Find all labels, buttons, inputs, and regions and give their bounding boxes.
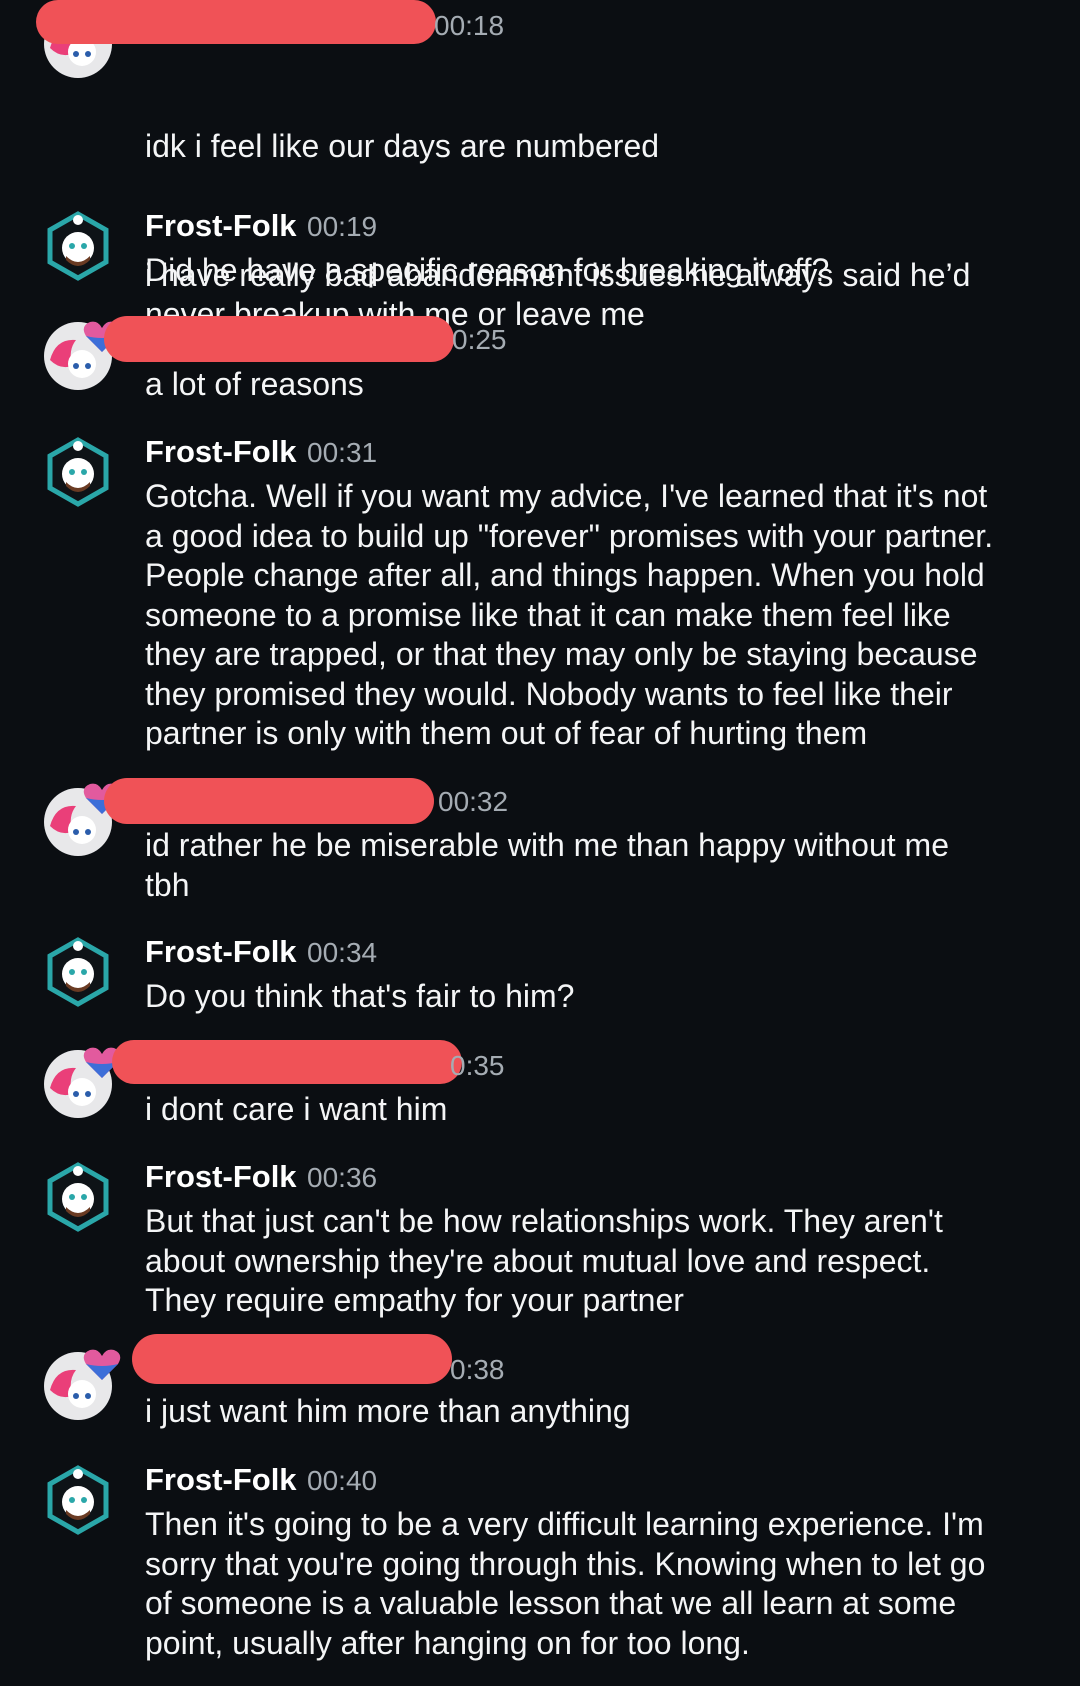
message-text: i just want him more than anything bbox=[145, 1393, 631, 1429]
frost-folk-avatar[interactable] bbox=[42, 936, 114, 1008]
message-header: Frost-Folk 00:31 bbox=[145, 432, 377, 472]
message-time: 0:25 bbox=[452, 324, 507, 355]
message-text: id rather he be miserable with me than h… bbox=[145, 827, 949, 903]
frost-folk-avatar[interactable] bbox=[42, 1161, 114, 1233]
message-time: 00:32 bbox=[438, 786, 509, 817]
message-time: 0:38 bbox=[450, 1354, 505, 1385]
frost-folk-avatar[interactable] bbox=[42, 210, 114, 282]
snowman-bot-avatar-icon bbox=[47, 1465, 109, 1535]
message-text: a lot of reasons bbox=[145, 366, 364, 402]
message-header: Frost-Folk 00:34 bbox=[145, 932, 377, 972]
message-text: Did he have a specific reason for breaki… bbox=[145, 252, 830, 288]
snowman-bot-avatar-icon bbox=[47, 1162, 109, 1232]
bi-heart-icon bbox=[83, 1349, 121, 1380]
message-time: 0:35 bbox=[450, 1050, 505, 1081]
author-name[interactable]: Frost-Folk bbox=[145, 934, 297, 969]
message-time: 00:34 bbox=[307, 937, 378, 968]
message-text: But that just can't be how relationships… bbox=[145, 1203, 943, 1318]
redacted-username bbox=[36, 0, 436, 44]
author-name[interactable]: Frost-Folk bbox=[145, 1462, 297, 1497]
message-text: Then it's going to be a very difficult l… bbox=[145, 1506, 986, 1661]
message-text: Gotcha. Well if you want my advice, I've… bbox=[145, 478, 994, 751]
message-header: Frost-Folk 00:19 bbox=[145, 206, 377, 246]
message-header: Frost-Folk 00:40 bbox=[145, 1460, 377, 1500]
snowman-bot-avatar-icon bbox=[47, 937, 109, 1007]
snowman-bot-avatar-icon bbox=[47, 437, 109, 507]
message-time: 00:19 bbox=[307, 211, 378, 242]
message-time: 00:31 bbox=[307, 437, 378, 468]
message-text: Do you think that's fair to him? bbox=[145, 978, 575, 1014]
message-line: idk i feel like our days are numbered bbox=[145, 128, 660, 164]
redacted-username bbox=[104, 778, 434, 824]
message-header: Frost-Folk 00:36 bbox=[145, 1157, 377, 1197]
frost-folk-avatar[interactable] bbox=[42, 1464, 114, 1536]
message-time: 00:40 bbox=[307, 1465, 378, 1496]
author-name[interactable]: Frost-Folk bbox=[145, 434, 297, 469]
frost-folk-avatar[interactable] bbox=[42, 436, 114, 508]
redacted-username bbox=[112, 1040, 462, 1084]
message-text: i dont care i want him bbox=[145, 1091, 448, 1127]
redacted-username bbox=[104, 316, 454, 362]
message-time: 00:36 bbox=[307, 1162, 378, 1193]
message-time: 00:18 bbox=[434, 10, 505, 41]
snowman-bot-avatar-icon bbox=[47, 211, 109, 281]
author-name[interactable]: Frost-Folk bbox=[145, 208, 297, 243]
redacted-username bbox=[132, 1334, 452, 1384]
author-name[interactable]: Frost-Folk bbox=[145, 1159, 297, 1194]
